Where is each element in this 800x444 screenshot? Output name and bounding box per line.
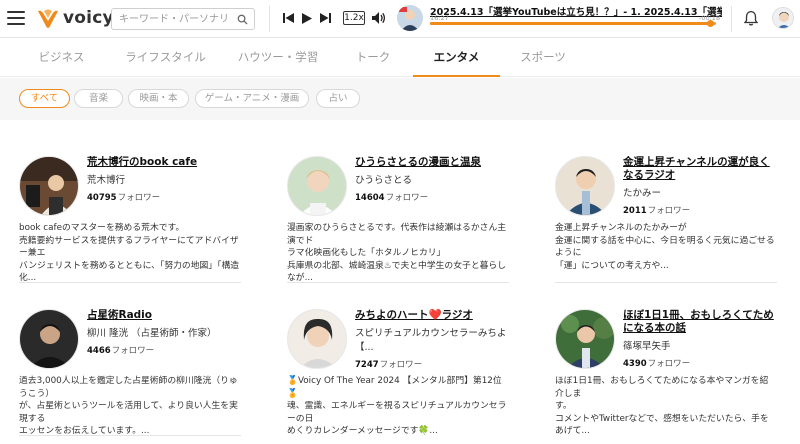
progress-fill — [430, 22, 711, 25]
skip-forward-icon[interactable] — [317, 10, 333, 26]
progress-knob[interactable] — [707, 20, 715, 27]
channel-title[interactable]: ほぼ1日1冊、おもしろくてためになる本の話 — [623, 309, 775, 335]
skip-back-icon[interactable] — [280, 10, 296, 26]
header-divider — [731, 6, 732, 32]
search-icon[interactable] — [237, 14, 248, 25]
search-input[interactable] — [112, 9, 230, 29]
card-divider — [287, 282, 509, 283]
follower-count: 4466フォロワー — [87, 346, 155, 356]
episode-title[interactable]: 2025.4.13「選挙YouTubeは立ち見！？」- 1. 2025.4.13… — [430, 4, 722, 18]
user-avatar[interactable] — [772, 7, 794, 29]
play-icon[interactable] — [299, 10, 315, 26]
follower-count: 14604フォロワー — [355, 193, 429, 203]
channel-author: スピリチュアルカウンセラーみちよ【... — [355, 328, 507, 353]
progress-bar[interactable] — [430, 20, 716, 27]
channel-description: ほぼ1日1冊、おもしろくてためになる本やマンガを紹介しま す。 コメントやTwitt… — [555, 376, 769, 437]
card-divider — [555, 282, 777, 283]
channel-author: たかみー — [623, 188, 662, 199]
channel-description: 金運上昇チャンネルのたかみーが 金運に関する話を中心に、今日を明るく元気に過ごせる… — [555, 223, 775, 271]
channel-avatar[interactable] — [555, 156, 615, 216]
header-divider — [269, 6, 270, 32]
channel-avatar[interactable] — [555, 309, 615, 369]
tab-talk[interactable]: トーク — [343, 39, 403, 77]
channel-avatar[interactable] — [19, 309, 79, 369]
search-box — [111, 8, 255, 30]
filter-music[interactable]: 音楽 — [74, 89, 123, 108]
top-header: voicy 1.2x 2025.4.13「選挙YouTubeは立ち見！？」- 1… — [0, 0, 800, 38]
channel-avatar[interactable] — [19, 156, 79, 216]
channel-title[interactable]: 占星術Radio — [87, 309, 239, 322]
follower-count: 7247フォロワー — [355, 360, 423, 370]
channel-description: 過去3,000人以上を鑑定した占星術師の柳川隆洸（りゅうこう） が、占星術というツ… — [19, 376, 238, 437]
voicy-logo[interactable]: voicy — [36, 6, 114, 30]
channel-description: 🏅Voicy Of The Year 2024 【メンタル部門】第12位🏅 魂、霊… — [287, 376, 507, 437]
channel-author: 荒木博行 — [87, 175, 126, 186]
voicy-logo-icon — [38, 9, 58, 28]
tab-lifestyle[interactable]: ライフスタイル — [118, 39, 213, 77]
channel-author: 柳川 隆洸 （占星術師・作家） — [87, 328, 217, 339]
channel-description: 漫画家のひうらさとるです。代表作は綾瀬はるかさん主演でド ラマ化映画化もした「ホタ… — [287, 223, 507, 284]
category-tabs: ビジネス ライフスタイル ハウツー・学習 トーク エンタメ スポーツ — [0, 39, 800, 77]
channel-title[interactable]: みちよのハート❤️ラジオ — [355, 309, 507, 322]
menu-icon[interactable] — [7, 11, 25, 25]
card-divider — [19, 282, 241, 283]
follower-count: 40795フォロワー — [87, 193, 161, 203]
channel-description: book cafeのマスターを務める荒木です。 売籍要約サービスを提供するフライヤ… — [19, 223, 240, 284]
channel-author: ひうらさとる — [355, 175, 413, 186]
episode-thumbnail[interactable] — [397, 5, 423, 31]
channel-title[interactable]: 金運上昇チャンネルの運が良くなるラジオ — [623, 156, 775, 182]
brand-name: voicy — [63, 8, 114, 28]
filter-movie-book[interactable]: 映画・本 — [128, 89, 189, 108]
channel-title[interactable]: 荒木博行のbook cafe — [87, 156, 239, 169]
channel-title[interactable]: ひうらさとるの漫画と温泉 — [355, 156, 507, 169]
channel-avatar[interactable] — [287, 309, 347, 369]
tab-entertainment[interactable]: エンタメ — [413, 39, 500, 77]
playback-speed-button[interactable]: 1.2x — [343, 11, 365, 25]
follower-count: 4390フォロワー — [623, 359, 691, 369]
filter-all[interactable]: すべて — [19, 89, 70, 108]
tab-sports[interactable]: スポーツ — [508, 39, 578, 77]
bell-icon[interactable] — [743, 10, 759, 29]
volume-icon[interactable] — [371, 10, 387, 26]
follower-count: 2011フォロワー — [623, 206, 691, 216]
channel-author: 篠塚早矢手 — [623, 341, 671, 352]
subcategory-filter-bar: すべて 音楽 映画・本 ゲーム・アニメ・漫画 占い — [0, 78, 800, 120]
tab-business[interactable]: ビジネス — [20, 39, 103, 77]
tab-howto[interactable]: ハウツー・学習 — [233, 39, 323, 77]
filter-fortune[interactable]: 占い — [316, 89, 360, 108]
channel-avatar[interactable] — [287, 156, 347, 216]
filter-game-anime-manga[interactable]: ゲーム・アニメ・漫画 — [195, 89, 309, 108]
time-elapsed: 16:27 — [430, 14, 449, 22]
card-divider — [19, 435, 241, 436]
